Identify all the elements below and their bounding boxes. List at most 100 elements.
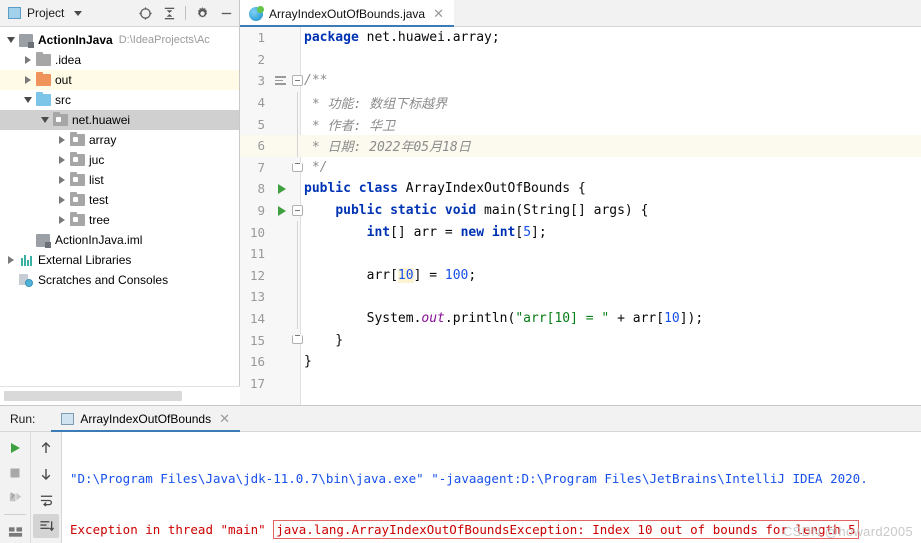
run-tool-window: Run: ArrayIndexOutOfBounds ✕ "D:\Program… (0, 405, 921, 543)
code-line-15[interactable]: 15 } (240, 329, 921, 351)
code-line-9[interactable]: 9 public static void main(String[] args)… (240, 200, 921, 222)
fold-toggle-icon[interactable] (292, 204, 303, 216)
line-gutter[interactable] (270, 242, 300, 265)
line-number: 2 (257, 51, 265, 67)
code-text-line-1: package net.huawei.array; (304, 30, 500, 46)
line-gutter[interactable] (270, 329, 303, 351)
watermark: CSDN @howard2005 (782, 524, 913, 539)
stop-button[interactable] (2, 461, 28, 484)
project-horizontal-scrollbar[interactable] (0, 386, 240, 405)
resume-debug-icon[interactable] (2, 486, 28, 509)
folder-orange-icon (35, 71, 51, 88)
tree-node-test[interactable]: test (0, 190, 239, 210)
code-line-5[interactable]: 5 * 作者: 华卫 (240, 113, 921, 135)
code-line-2[interactable]: 2 (240, 49, 921, 71)
chevron-right-icon[interactable] (55, 130, 69, 150)
code-line-7[interactable]: 7 */ (240, 157, 921, 179)
line-gutter[interactable] (270, 221, 300, 243)
run-label: Run: (10, 411, 36, 426)
line-gutter[interactable] (270, 351, 300, 373)
arrow-up-icon[interactable] (33, 436, 59, 460)
project-title-group[interactable]: Project (0, 6, 83, 20)
tree-node-tree[interactable]: tree (0, 210, 239, 230)
line-gutter[interactable] (270, 178, 300, 200)
arrow-down-icon[interactable] (33, 462, 59, 486)
collapse-all-icon[interactable] (158, 2, 180, 24)
toolbar-divider (4, 514, 27, 515)
code-line-1[interactable]: 1 package net.huawei.array; (240, 27, 921, 49)
tree-node-list[interactable]: list (0, 170, 239, 190)
layout-icon[interactable] (2, 520, 28, 543)
close-icon[interactable]: ✕ (217, 412, 232, 425)
line-gutter[interactable] (270, 70, 303, 92)
fold-toggle-icon[interactable] (292, 75, 303, 87)
chevron-right-icon[interactable] (21, 50, 35, 70)
tree-node-net-huawei[interactable]: net.huawei (0, 110, 239, 130)
fold-end-icon[interactable] (292, 335, 303, 345)
tree-node-external-libraries[interactable]: External Libraries (0, 250, 239, 270)
rerun-button[interactable] (2, 436, 28, 459)
code-line-13[interactable]: 13 (240, 286, 921, 308)
tree-node-scratches-and-consoles[interactable]: Scratches and Consoles (0, 270, 239, 290)
code-line-12[interactable]: 12 arr[10] = 100; (240, 264, 921, 287)
code-line-17[interactable]: 17 (240, 373, 921, 395)
code-line-11[interactable]: 11 (240, 242, 921, 265)
code-line-8[interactable]: 8 public class ArrayIndexOutOfBounds { (240, 178, 921, 200)
chevron-right-icon[interactable] (55, 210, 69, 230)
scrollbar-thumb[interactable] (4, 391, 182, 401)
chevron-down-icon[interactable] (74, 10, 83, 16)
tree-node-juc[interactable]: juc (0, 150, 239, 170)
code-line-14[interactable]: 14 System.out.println("arr[10] = " + arr… (240, 307, 921, 330)
line-gutter[interactable] (270, 113, 300, 135)
run-line-icon[interactable] (278, 205, 286, 216)
tree-node-actioninjava[interactable]: ActionInJava D:\IdeaProjects\Ac (0, 30, 239, 50)
code-line-6[interactable]: 6 * 日期: 2022年05月18日 (240, 134, 921, 157)
tree-node-src[interactable]: src (0, 90, 239, 110)
soft-wrap-icon[interactable] (33, 488, 59, 512)
run-line-icon[interactable] (278, 184, 286, 195)
console-toolbar-left (0, 432, 30, 543)
chevron-right-icon[interactable] (55, 170, 69, 190)
package-icon (52, 111, 68, 128)
tree-node-array[interactable]: array (0, 130, 239, 150)
code-editor[interactable]: 1 package net.huawei.array; 2 3 /** 4 * 功能: 数… (240, 27, 921, 405)
chevron-right-icon[interactable] (21, 70, 35, 90)
tree-node--idea[interactable]: .idea (0, 50, 239, 70)
locate-target-icon[interactable] (134, 2, 156, 24)
tree-node-label: .idea (55, 53, 82, 67)
chevron-right-icon[interactable] (55, 150, 69, 170)
chevron-down-icon[interactable] (4, 30, 18, 50)
folder-blue-icon (35, 91, 51, 108)
tree-node-label: ActionInJava.iml (55, 233, 143, 247)
tree-node-actioninjava-iml[interactable]: ActionInJava.iml (0, 230, 239, 250)
line-gutter[interactable] (270, 27, 300, 49)
tree-node-out[interactable]: out (0, 70, 239, 90)
gear-icon[interactable] (191, 2, 213, 24)
chevron-right-icon[interactable] (55, 190, 69, 210)
code-line-4[interactable]: 4 * 功能: 数组下标越界 (240, 91, 921, 114)
scroll-end-icon[interactable] (33, 514, 60, 538)
fold-end-icon[interactable] (292, 162, 303, 172)
line-gutter[interactable] (270, 307, 300, 330)
code-text-line-14: System.out.println("arr[10] = " + arr[10… (304, 311, 704, 327)
package-icon (69, 211, 85, 228)
code-line-16[interactable]: 16} (240, 351, 921, 373)
chevron-down-icon[interactable] (38, 110, 52, 130)
line-gutter[interactable] (270, 91, 300, 114)
chevron-right-icon[interactable] (4, 250, 18, 270)
project-tree[interactable]: ActionInJava D:\IdeaProjects\Ac .idea out sr… (0, 27, 239, 386)
run-tab[interactable]: ArrayIndexOutOfBounds ✕ (51, 405, 240, 432)
line-gutter[interactable] (270, 134, 300, 157)
line-gutter[interactable] (270, 373, 300, 395)
chevron-down-icon[interactable] (21, 90, 35, 110)
line-gutter[interactable] (270, 264, 300, 287)
code-line-10[interactable]: 10 int[] arr = new int[5]; (240, 221, 921, 243)
line-gutter[interactable] (270, 200, 303, 222)
line-gutter[interactable] (270, 286, 300, 308)
code-line-3[interactable]: 3 /** (240, 70, 921, 92)
editor-tab-arrayindexoutofbounds[interactable]: ArrayIndexOutOfBounds.java ✕ (240, 0, 454, 27)
close-icon[interactable]: ✕ (431, 7, 446, 20)
line-gutter[interactable] (270, 157, 303, 179)
line-gutter[interactable] (270, 49, 300, 71)
minimize-icon[interactable] (215, 2, 237, 24)
